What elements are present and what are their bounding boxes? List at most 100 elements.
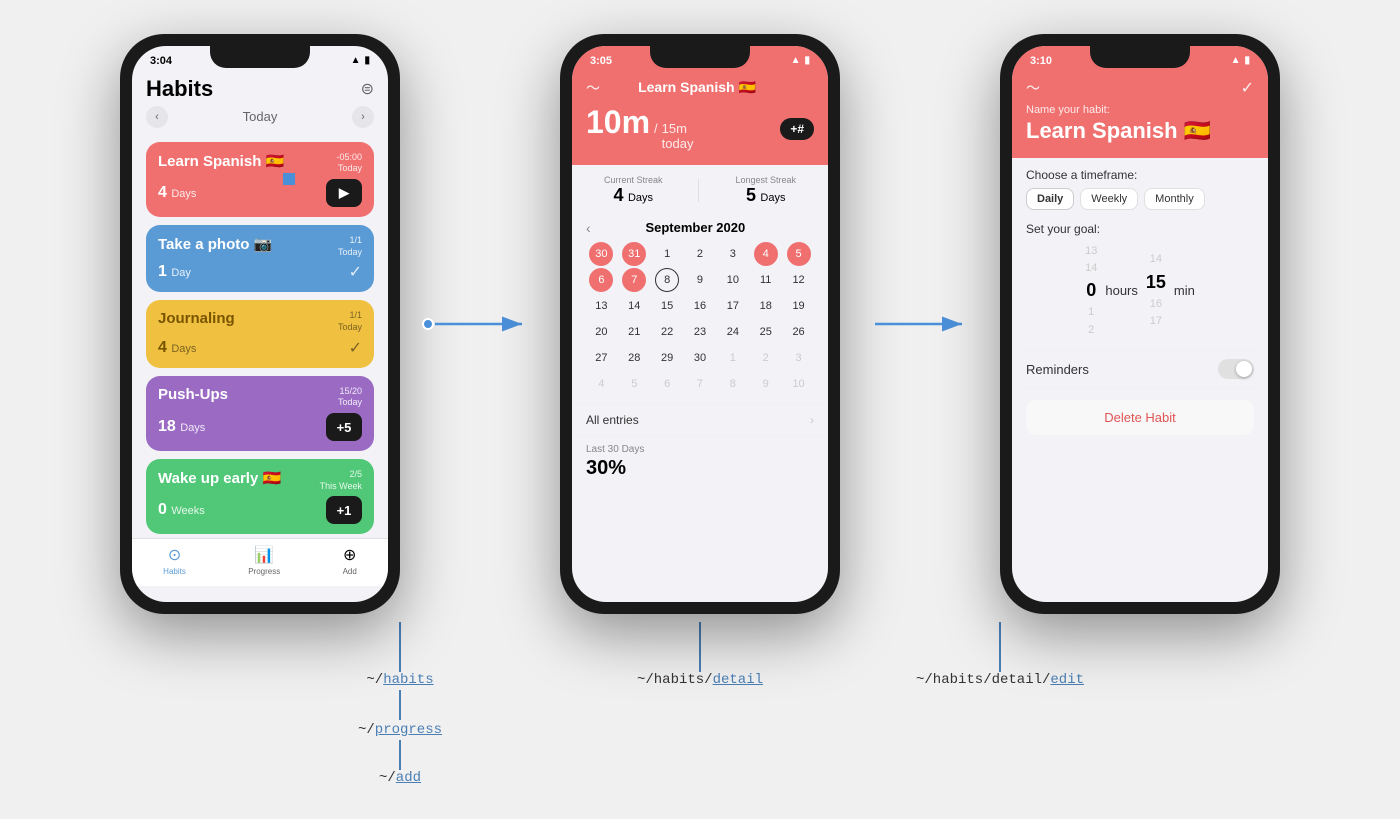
cal-day-14[interactable]: 13 [589,294,613,318]
cal-day-26[interactable]: 25 [754,320,778,344]
blue-dot-habit [283,173,295,185]
streaks-row: Current Streak 4 Days Longest Streak 5 D… [572,165,828,212]
detail-title: Learn Spanish 🇪🇸 [638,79,756,96]
streak-divider [698,179,699,202]
cal-day-36[interactable]: 5 [622,372,646,396]
cal-day-21[interactable]: 20 [589,320,613,344]
cal-day-6[interactable]: 5 [787,242,811,266]
tab-add-icon: ⊕ [343,545,356,565]
phone-3-screen: 3:10 ▲ ▮ 〜 ✓ Name your habit: Learn Span… [1012,46,1268,602]
vert-line-2 [699,622,701,672]
play-btn-1[interactable]: ▶ [326,179,362,207]
cal-day-41[interactable]: 10 [787,372,811,396]
detail-time-separator: / [654,121,658,136]
cal-day-4[interactable]: 3 [721,242,745,266]
date-next-btn[interactable]: › [352,106,374,128]
status-time-1: 3:04 [150,55,172,67]
plus5-btn[interactable]: +5 [326,413,362,441]
arrow-svg-2 [870,309,970,339]
cal-day-35[interactable]: 4 [589,372,613,396]
habit-card-wakeup[interactable]: Wake up early 🇪🇸 2/5This Week 0 Weeks +1 [146,459,374,534]
delete-habit-btn[interactable]: Delete Habit [1026,400,1254,435]
cal-month: September 2020 [645,220,745,235]
timeframe-daily-btn[interactable]: Daily [1026,188,1074,210]
vert-line-1 [399,622,401,672]
habit-card-pushups[interactable]: Push-Ups 15/20Today 18 Days +5 [146,376,374,451]
edit-check-btn[interactable]: ✓ [1241,78,1254,98]
cal-day-15[interactable]: 14 [622,294,646,318]
cal-day-24[interactable]: 23 [688,320,712,344]
tab-progress[interactable]: 📊 Progress [248,545,280,576]
detail-time-area: 10m / 15m today +# [586,104,814,151]
edit-back-btn[interactable]: 〜 [1026,78,1040,98]
reminders-toggle[interactable] [1218,359,1254,379]
habit-card-learn-spanish[interactable]: Learn Spanish 🇪🇸 -05:00Today 4 Days ▶ [146,142,374,217]
cal-day-18[interactable]: 17 [721,294,745,318]
cal-prev-btn[interactable]: ‹ [586,220,591,236]
all-entries-row[interactable]: All entries › [572,404,828,435]
cal-day-19[interactable]: 18 [754,294,778,318]
tab-add-label: Add [343,567,357,576]
date-prev-btn[interactable]: ‹ [146,106,168,128]
detail-time-goal: 15m today [662,121,694,151]
cal-day-34[interactable]: 3 [787,346,811,370]
cal-day-1[interactable]: 31 [622,242,646,266]
tab-add[interactable]: ⊕ Add [343,545,357,576]
cal-day-0[interactable]: 30 [589,242,613,266]
route-label-2: ~/habits/detail [637,672,763,688]
timeframe-weekly-btn[interactable]: Weekly [1080,188,1138,210]
blue-dot-1 [422,318,434,330]
hours-label: hours [1105,283,1138,298]
battery-icon-2: ▮ [804,55,810,66]
cal-day-39[interactable]: 8 [721,372,745,396]
detail-header: 〜 Learn Spanish 🇪🇸 10m / 15m today +# [572,72,828,165]
tab-habits[interactable]: ⊙ Habits [163,545,186,576]
plus-hash-btn[interactable]: +# [780,118,814,140]
plus1-btn[interactable]: +1 [326,496,362,524]
cal-day-30[interactable]: 29 [655,346,679,370]
cal-day-28[interactable]: 27 [589,346,613,370]
label-group-2: ~/habits/detail [560,622,840,688]
check-icon-2: ✓ [349,262,362,282]
cal-day-8[interactable]: 7 [622,268,646,292]
cal-day-37[interactable]: 6 [655,372,679,396]
cal-day-33[interactable]: 2 [754,346,778,370]
habit-card-top-1: Learn Spanish 🇪🇸 -05:00Today [158,152,362,175]
cal-day-13[interactable]: 12 [787,268,811,292]
habit-card-take-photo[interactable]: Take a photo 📷 1/1Today 1 Day ✓ [146,225,374,292]
route-label-1b: ~/progress [358,722,442,738]
cal-day-7[interactable]: 6 [589,268,613,292]
habit-card-top-2: Take a photo 📷 1/1Today [158,235,362,258]
cal-day-40[interactable]: 9 [754,372,778,396]
reminders-row: Reminders [1026,350,1254,388]
edit-name-value[interactable]: Learn Spanish 🇪🇸 [1026,118,1254,144]
cal-day-16[interactable]: 15 [655,294,679,318]
habit-card-journaling[interactable]: Journaling 1/1Today 4 Days ✓ [146,300,374,367]
cal-day-11[interactable]: 10 [721,268,745,292]
notch-2 [650,46,750,68]
timeframe-monthly-btn[interactable]: Monthly [1144,188,1205,210]
cal-day-31[interactable]: 30 [688,346,712,370]
cal-day-29[interactable]: 28 [622,346,646,370]
edit-name-label: Name your habit: [1026,104,1254,116]
current-streak-label: Current Streak [604,175,663,185]
cal-day-2[interactable]: 1 [655,242,679,266]
detail-back-btn[interactable]: 〜 [586,78,600,98]
cal-day-25[interactable]: 24 [721,320,745,344]
cal-day-22[interactable]: 21 [622,320,646,344]
cal-day-9[interactable]: 8 [655,268,679,292]
cal-day-3[interactable]: 2 [688,242,712,266]
cal-day-20[interactable]: 19 [787,294,811,318]
settings-icon[interactable]: ⊜ [361,79,374,99]
cal-day-27[interactable]: 26 [787,320,811,344]
edit-body: Choose a timeframe: Daily Weekly Monthly… [1012,158,1268,446]
cal-day-17[interactable]: 16 [688,294,712,318]
cal-day-23[interactable]: 22 [655,320,679,344]
cal-day-38[interactable]: 7 [688,372,712,396]
cal-day-12[interactable]: 11 [754,268,778,292]
habit-card-top-4: Push-Ups 15/20Today [158,386,362,409]
current-streak: Current Streak 4 Days [604,175,663,206]
cal-day-10[interactable]: 9 [688,268,712,292]
cal-day-5[interactable]: 4 [754,242,778,266]
cal-day-32[interactable]: 1 [721,346,745,370]
